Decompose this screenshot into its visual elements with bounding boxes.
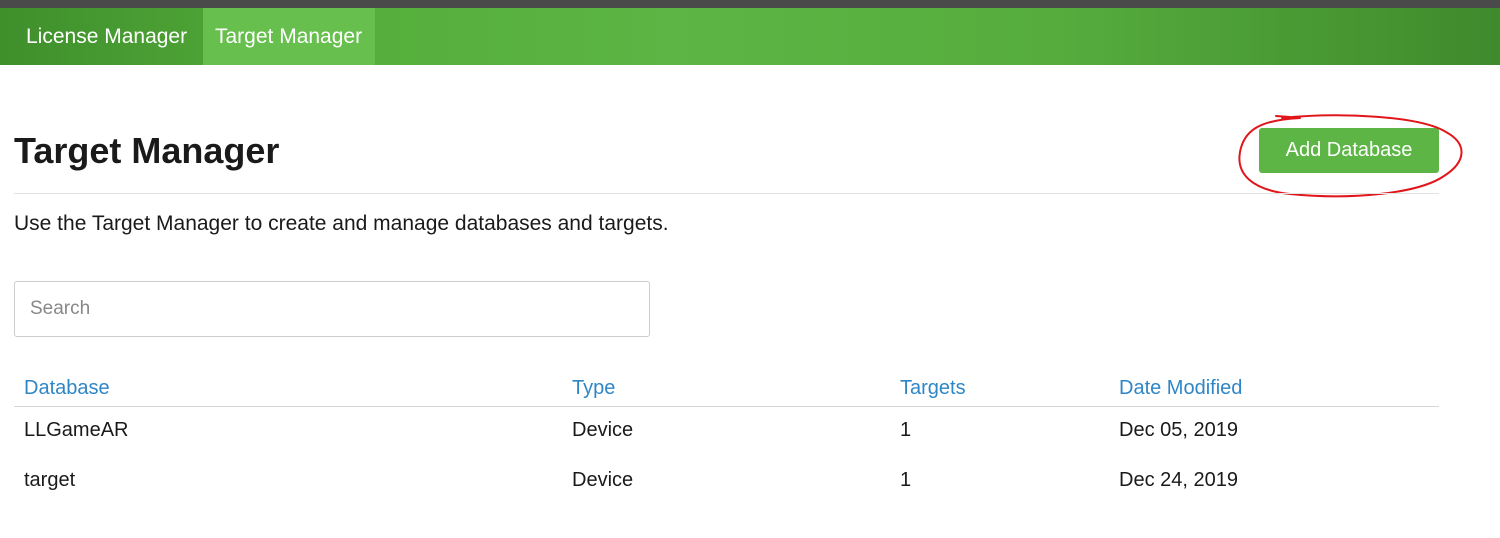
page-description: Use the Target Manager to create and man… xyxy=(14,212,669,235)
title-divider xyxy=(14,193,1439,194)
top-strip xyxy=(0,0,1500,8)
cell-type: Device xyxy=(572,469,634,491)
add-database-button[interactable]: Add Database xyxy=(1259,128,1439,173)
nav-target-manager[interactable]: Target Manager xyxy=(203,8,375,65)
page-title: Target Manager xyxy=(14,130,280,171)
table-row[interactable]: target Device 1 Dec 24, 2019 xyxy=(14,422,1439,491)
search-input[interactable] xyxy=(14,281,650,337)
cell-database-name[interactable]: target xyxy=(24,469,75,492)
nav-license-manager[interactable]: License Manager xyxy=(14,8,199,65)
cell-targets: 1 xyxy=(900,469,912,491)
table-row[interactable]: LLGameAR Device 1 Dec 05, 2019 xyxy=(14,372,1439,441)
cell-date-modified: Dec 24, 2019 xyxy=(1119,469,1238,491)
top-navbar: License Manager Target Manager xyxy=(0,8,1500,65)
